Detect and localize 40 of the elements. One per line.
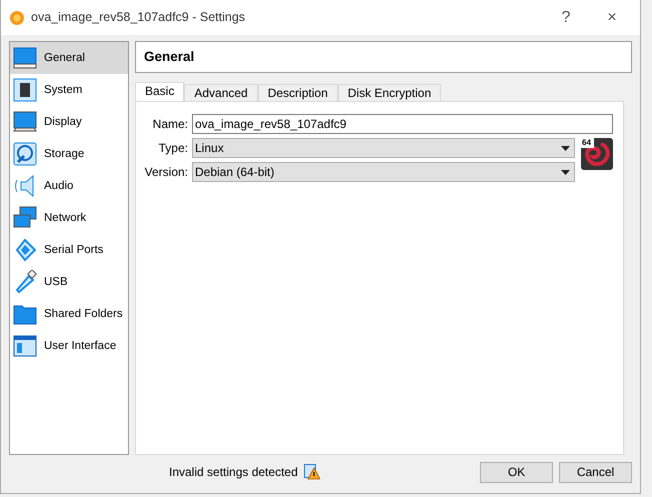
- tab[interactable]: Basic: [135, 82, 184, 102]
- field-label: Version:: [144, 164, 188, 182]
- tab[interactable]: Disk Encryption: [338, 84, 442, 102]
- network-icon: [13, 206, 37, 230]
- sidebar-item[interactable]: Audio: [10, 170, 128, 202]
- close-button[interactable]: ×: [592, 6, 632, 30]
- monitor-icon: [13, 46, 37, 70]
- dialog-button[interactable]: Cancel: [559, 462, 632, 483]
- sidebar-item[interactable]: System: [10, 74, 128, 106]
- caret-icon: [561, 170, 570, 175]
- sidebar-item[interactable]: USB: [10, 266, 128, 298]
- sidebar-item[interactable]: Storage: [10, 138, 128, 170]
- usb-icon: [13, 270, 37, 294]
- field-label: Type:: [158, 140, 188, 158]
- caret-icon: [561, 146, 570, 151]
- monitor-icon: [13, 110, 37, 134]
- sidebar-item[interactable]: Serial Ports: [10, 234, 128, 266]
- help-button[interactable]: ?: [546, 6, 586, 30]
- sidebar-item[interactable]: Display: [10, 106, 128, 138]
- page-title: General: [135, 41, 632, 74]
- app-icon: [9, 10, 25, 26]
- tab[interactable]: Description: [258, 84, 338, 102]
- window-title: ova_image_rev58_107adfc9 - Settings: [31, 9, 246, 26]
- tab[interactable]: Advanced: [184, 84, 258, 102]
- sidebar-item[interactable]: General: [10, 42, 128, 74]
- status-message: Invalid settings detected: [169, 464, 298, 482]
- field-label: Name:: [152, 116, 188, 134]
- dialog-button[interactable]: OK: [480, 462, 553, 483]
- warning-icon: [304, 464, 320, 480]
- bit-label: 64: [582, 138, 591, 148]
- sidebar-item[interactable]: Network: [10, 202, 128, 234]
- sidebar-item[interactable]: User Interface: [10, 330, 128, 362]
- chip-icon: [13, 78, 37, 102]
- connector-icon: [13, 238, 37, 262]
- window-icon: [13, 334, 37, 358]
- os-icon: [581, 138, 613, 170]
- dropdown[interactable]: Linux: [192, 138, 575, 158]
- dropdown[interactable]: Debian (64-bit): [192, 162, 575, 182]
- name-field[interactable]: ova_image_rev58_107adfc9: [192, 114, 613, 134]
- sidebar-item[interactable]: Shared Folders: [10, 298, 128, 330]
